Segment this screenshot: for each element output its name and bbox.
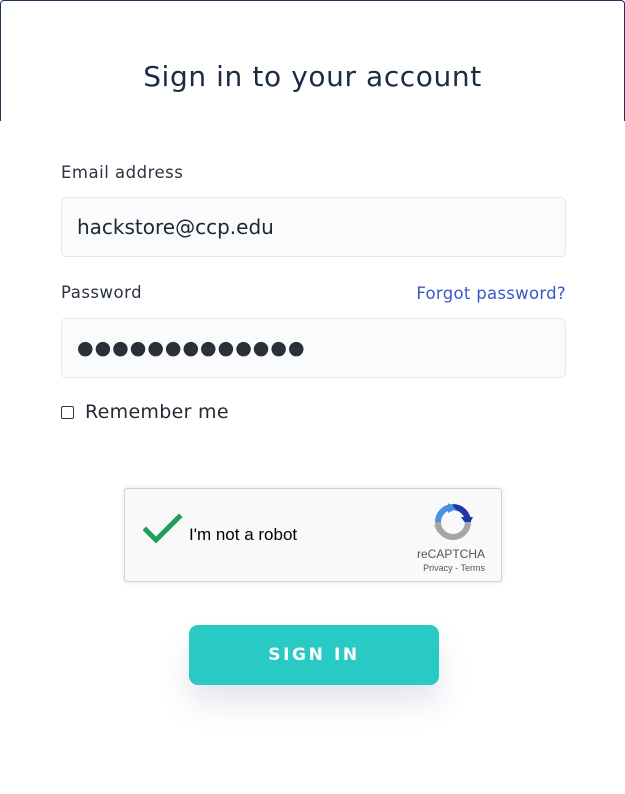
forgot-password-link[interactable]: Forgot password? — [416, 284, 566, 303]
email-label: Email address — [61, 163, 184, 182]
sign-in-button[interactable]: SIGN IN — [189, 625, 439, 685]
recaptcha-logo-icon — [431, 501, 475, 548]
recaptcha-links: Privacy - Terms — [423, 563, 485, 573]
remember-me-row[interactable]: Remember me — [61, 401, 229, 423]
password-value: ●●●●●●●●●●●●● — [77, 337, 306, 359]
recaptcha-links-separator: - — [452, 563, 461, 573]
email-field[interactable]: hackstore@ccp.edu — [61, 197, 566, 257]
checkmark-icon[interactable] — [142, 513, 183, 550]
password-field[interactable]: ●●●●●●●●●●●●● — [61, 318, 566, 378]
password-label: Password — [61, 283, 143, 302]
remember-me-checkbox[interactable] — [61, 405, 74, 419]
recaptcha-brand: reCAPTCHA — [416, 547, 485, 561]
page-title: Sign in to your account — [143, 60, 482, 93]
recaptcha-terms-link[interactable]: Terms — [461, 563, 486, 573]
remember-me-label: Remember me — [85, 401, 229, 423]
recaptcha-label: I'm not a robot — [189, 525, 298, 544]
recaptcha-privacy-link[interactable]: Privacy — [423, 563, 453, 573]
recaptcha-widget: I'm not a robot reCAPTCHA Privacy - Term… — [124, 488, 502, 582]
email-value: hackstore@ccp.edu — [77, 215, 274, 239]
